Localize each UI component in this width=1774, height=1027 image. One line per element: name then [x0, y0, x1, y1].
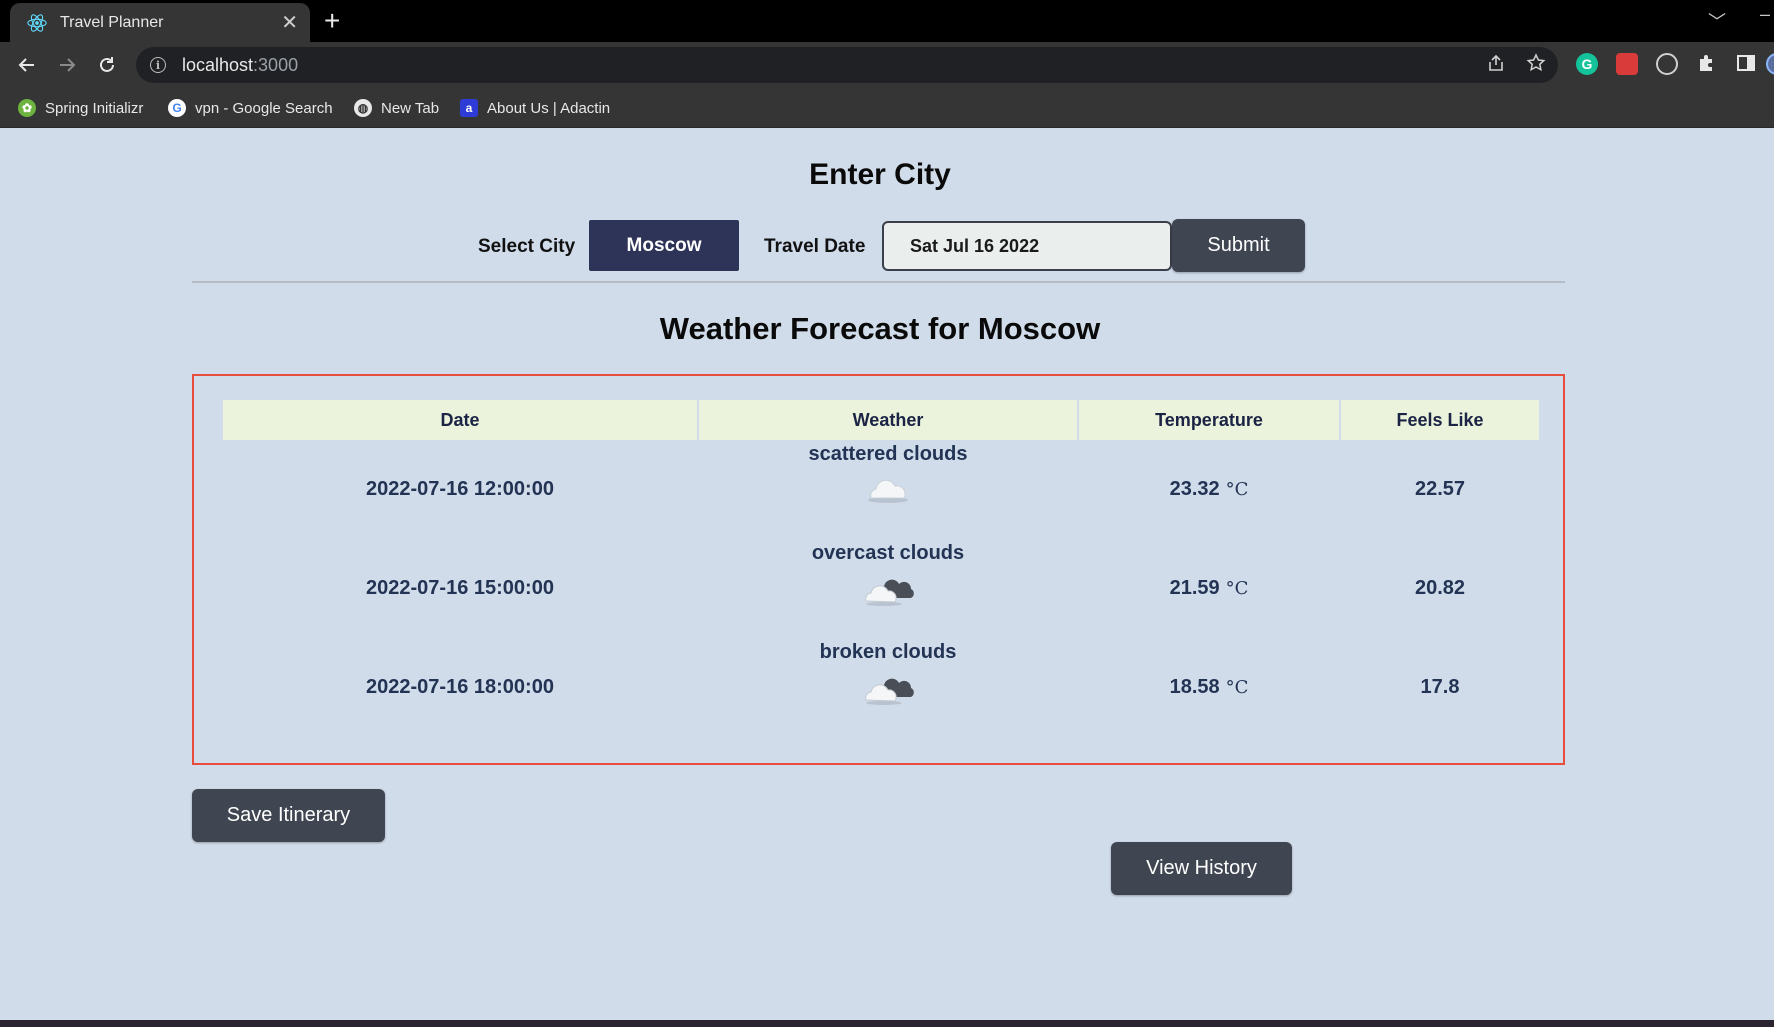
temperature-unit: °C — [1225, 677, 1249, 698]
share-icon[interactable] — [1484, 51, 1508, 75]
address-bar[interactable]: i localhost:3000 — [136, 47, 1558, 83]
select-city-label: Select City — [478, 236, 576, 257]
taskbar-edge — [0, 1020, 1774, 1027]
temperature-cell: 18.58 °C — [1079, 638, 1339, 737]
table-row: 2022-07-16 15:00:00 overcast clouds 21.5… — [223, 539, 1539, 638]
weather-cell: broken clouds — [699, 638, 1077, 737]
submit-button[interactable]: Submit — [1172, 219, 1305, 272]
spring-icon: ✿ — [18, 99, 36, 117]
temperature-unit: °C — [1225, 578, 1249, 599]
extension-target-icon[interactable] — [1656, 53, 1678, 75]
date-cell: 2022-07-16 12:00:00 — [366, 478, 554, 500]
overcast-clouds-icon — [865, 579, 914, 606]
reload-icon[interactable] — [93, 51, 121, 79]
grammarly-icon[interactable]: G — [1576, 53, 1598, 75]
google-icon: G — [168, 99, 186, 117]
url-host: localhost — [182, 54, 254, 75]
feels-like-cell: 22.57 — [1414, 478, 1466, 500]
temperature-value: 18.58 — [1169, 676, 1220, 698]
temperature-value: 21.59 — [1169, 577, 1220, 599]
enter-city-heading: Enter City — [809, 158, 951, 191]
back-arrow-icon[interactable] — [13, 51, 41, 79]
side-panel-icon[interactable] — [1734, 51, 1758, 75]
temperature-value: 23.32 — [1169, 478, 1220, 500]
close-tab-icon[interactable]: ✕ — [281, 13, 298, 33]
tab-title: Travel Planner — [60, 13, 164, 31]
table-row: 2022-07-16 12:00:00 scattered clouds 23.… — [223, 440, 1539, 539]
date-cell: 2022-07-16 15:00:00 — [366, 577, 554, 599]
weather-cell: scattered clouds — [699, 440, 1077, 539]
minimize-icon[interactable]: – — [1760, 4, 1770, 25]
column-header-temperature: Temperature — [1079, 400, 1339, 440]
city-select[interactable]: Moscow — [589, 220, 739, 271]
url-port: :3000 — [253, 54, 299, 75]
view-history-button[interactable]: View History — [1111, 842, 1292, 895]
feels-like-cell: 20.82 — [1414, 577, 1466, 599]
divider — [192, 281, 1565, 283]
broken-clouds-icon — [865, 678, 914, 705]
forward-arrow-icon[interactable] — [53, 51, 81, 79]
scattered-clouds-icon — [868, 479, 908, 503]
profile-avatar[interactable] — [1766, 53, 1774, 75]
bookmarks-bar: ✿ Spring Initializr G vpn - Google Searc… — [0, 88, 1774, 128]
extensions-puzzle-icon[interactable] — [1694, 51, 1718, 75]
app-page: Enter City Select City Moscow Travel Dat… — [0, 128, 1774, 1020]
table-header: Date Weather Temperature Feels Like — [223, 400, 1539, 440]
weather-description: broken clouds — [819, 641, 957, 663]
bookmark-label: vpn - Google Search — [195, 99, 333, 117]
react-icon — [27, 13, 47, 32]
globe-icon: ◍ — [354, 99, 372, 117]
travel-date-label: Travel Date — [764, 236, 866, 257]
bookmark-vpn-google-search[interactable]: G vpn - Google Search — [168, 96, 333, 120]
weather-description: scattered clouds — [808, 443, 968, 465]
browser-tab-travel-planner[interactable]: Travel Planner ✕ — [10, 3, 310, 42]
column-header-date: Date — [223, 400, 697, 440]
temperature-unit: °C — [1225, 479, 1249, 500]
browser-tab-strip: Travel Planner ✕ + ﹀ – — [0, 0, 1774, 42]
forecast-title: Weather Forecast for Moscow — [659, 311, 1101, 346]
bookmark-star-icon[interactable] — [1524, 51, 1548, 75]
forecast-table: Date Weather Temperature Feels Like 2022… — [192, 374, 1565, 765]
bookmark-spring-initializr[interactable]: ✿ Spring Initializr — [18, 96, 143, 120]
bookmark-label: New Tab — [381, 99, 440, 117]
feels-like-cell: 17.8 — [1420, 676, 1460, 698]
chevron-down-icon[interactable]: ﹀ — [1708, 8, 1726, 34]
new-tab-icon[interactable]: + — [324, 7, 340, 35]
temperature-cell: 21.59 °C — [1079, 539, 1339, 638]
weather-description: overcast clouds — [811, 542, 965, 564]
browser-toolbar: i localhost:3000 G — [0, 42, 1774, 88]
bookmark-label: Spring Initializr — [45, 99, 144, 117]
weather-cell: overcast clouds — [699, 539, 1077, 638]
bookmark-new-tab[interactable]: ◍ New Tab — [354, 96, 439, 120]
date-cell: 2022-07-16 18:00:00 — [366, 676, 554, 698]
bookmark-label: About Us | Adactin — [487, 99, 611, 117]
site-info-icon[interactable]: i — [150, 57, 166, 73]
bookmark-about-us-adactin[interactable]: a About Us | Adactin — [460, 96, 610, 120]
temperature-cell: 23.32 °C — [1079, 440, 1339, 539]
adactin-icon: a — [460, 99, 478, 117]
travel-date-input[interactable]: Sat Jul 16 2022 — [882, 221, 1172, 271]
column-header-weather: Weather — [699, 400, 1077, 440]
extension-red-icon[interactable] — [1616, 53, 1638, 75]
save-itinerary-button[interactable]: Save Itinerary — [192, 789, 385, 842]
table-row: 2022-07-16 18:00:00 broken clouds 18.58 °… — [223, 638, 1539, 737]
column-header-feels-like: Feels Like — [1341, 400, 1539, 440]
